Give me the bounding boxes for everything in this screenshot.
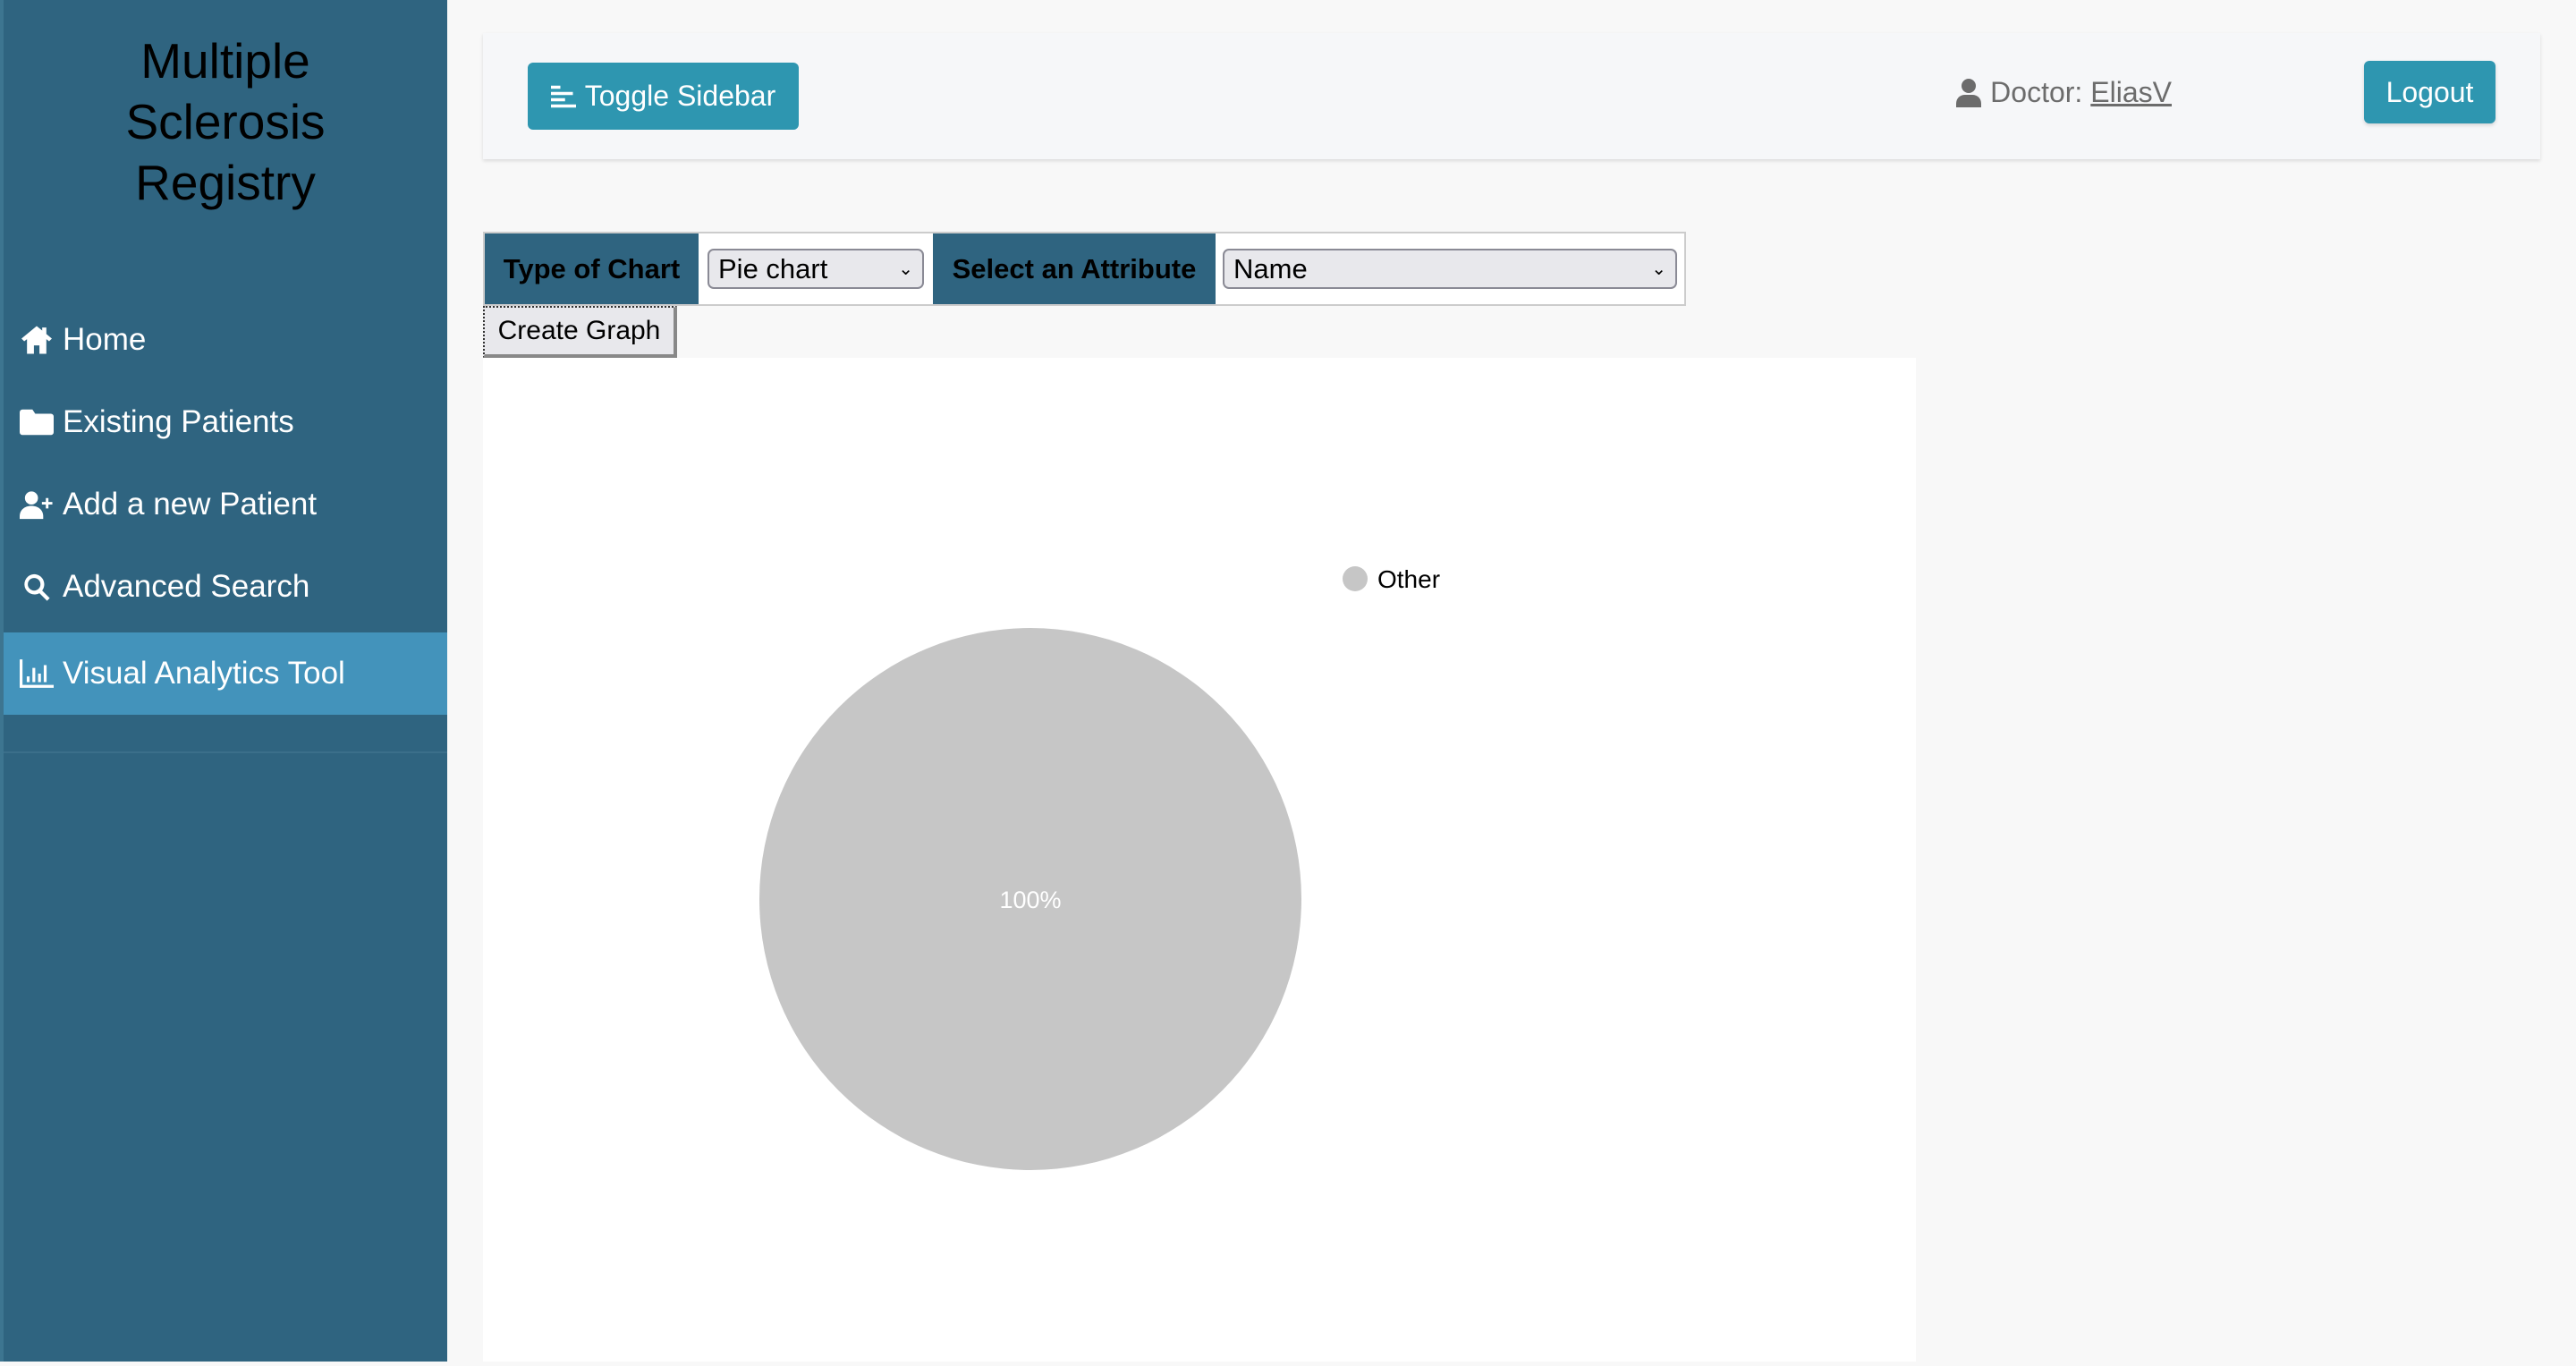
user-icon [1956, 78, 1982, 107]
toggle-sidebar-button[interactable]: Toggle Sidebar [528, 63, 799, 130]
attribute-select[interactable]: Name ⌄ [1223, 249, 1677, 289]
sidebar-item-label: Advanced Search [63, 569, 310, 604]
sidebar: Multiple Sclerosis Registry Home Existin… [0, 0, 447, 1362]
chart-bar-icon [20, 659, 54, 688]
attribute-cell: Name ⌄ [1216, 233, 1684, 304]
doctor-name-link[interactable]: EliasV [2090, 76, 2172, 109]
app-title: Multiple Sclerosis Registry [125, 33, 326, 210]
sidebar-item-home[interactable]: Home [4, 299, 447, 381]
pie-chart: 100% Other [759, 565, 1440, 1170]
sidebar-item-label: Visual Analytics Tool [63, 656, 345, 691]
legend-marker [1343, 566, 1368, 591]
attribute-value: Name [1233, 252, 1308, 284]
chart-options-form: Type of Chart Pie chart ⌄ Select an Attri… [483, 232, 1686, 306]
sidebar-item-visual-analytics[interactable]: Visual Analytics Tool [4, 632, 447, 715]
sidebar-item-label: Existing Patients [63, 404, 294, 439]
chart-type-cell: Pie chart ⌄ [699, 233, 933, 304]
search-icon [24, 573, 50, 601]
attribute-label: Select an Attribute [933, 233, 1216, 304]
user-plus-icon [20, 491, 53, 520]
home-icon [21, 326, 52, 354]
sidebar-item-advanced-search[interactable]: Advanced Search [4, 546, 447, 628]
chevron-down-icon: ⌄ [1651, 259, 1666, 279]
create-graph-button[interactable]: Create Graph [483, 306, 677, 358]
doctor-info: Doctor: EliasV [1956, 76, 2172, 109]
chart-type-value: Pie chart [718, 252, 828, 284]
doctor-label: Doctor: [1990, 76, 2083, 108]
chart-area: 100% Other [483, 358, 1916, 1362]
toggle-sidebar-label: Toggle Sidebar [584, 80, 776, 112]
top-navbar: Toggle Sidebar Doctor: EliasV Logout [483, 33, 2540, 159]
slice-data-label: 100% [999, 887, 1061, 913]
sidebar-item-existing-patients[interactable]: Existing Patients [4, 381, 447, 463]
chart-type-select[interactable]: Pie chart ⌄ [708, 249, 924, 289]
sidebar-divider [4, 751, 447, 753]
logout-button[interactable]: Logout [2364, 61, 2496, 123]
sidebar-item-label: Home [63, 322, 147, 357]
folder-icon [20, 409, 54, 436]
legend-item[interactable]: Other [1377, 565, 1440, 593]
chevron-down-icon: ⌄ [898, 259, 913, 279]
sidebar-item-label: Add a new Patient [63, 487, 318, 522]
align-left-icon [550, 85, 576, 107]
chart-type-label: Type of Chart [485, 233, 699, 304]
sidebar-item-add-patient[interactable]: Add a new Patient [4, 463, 447, 546]
